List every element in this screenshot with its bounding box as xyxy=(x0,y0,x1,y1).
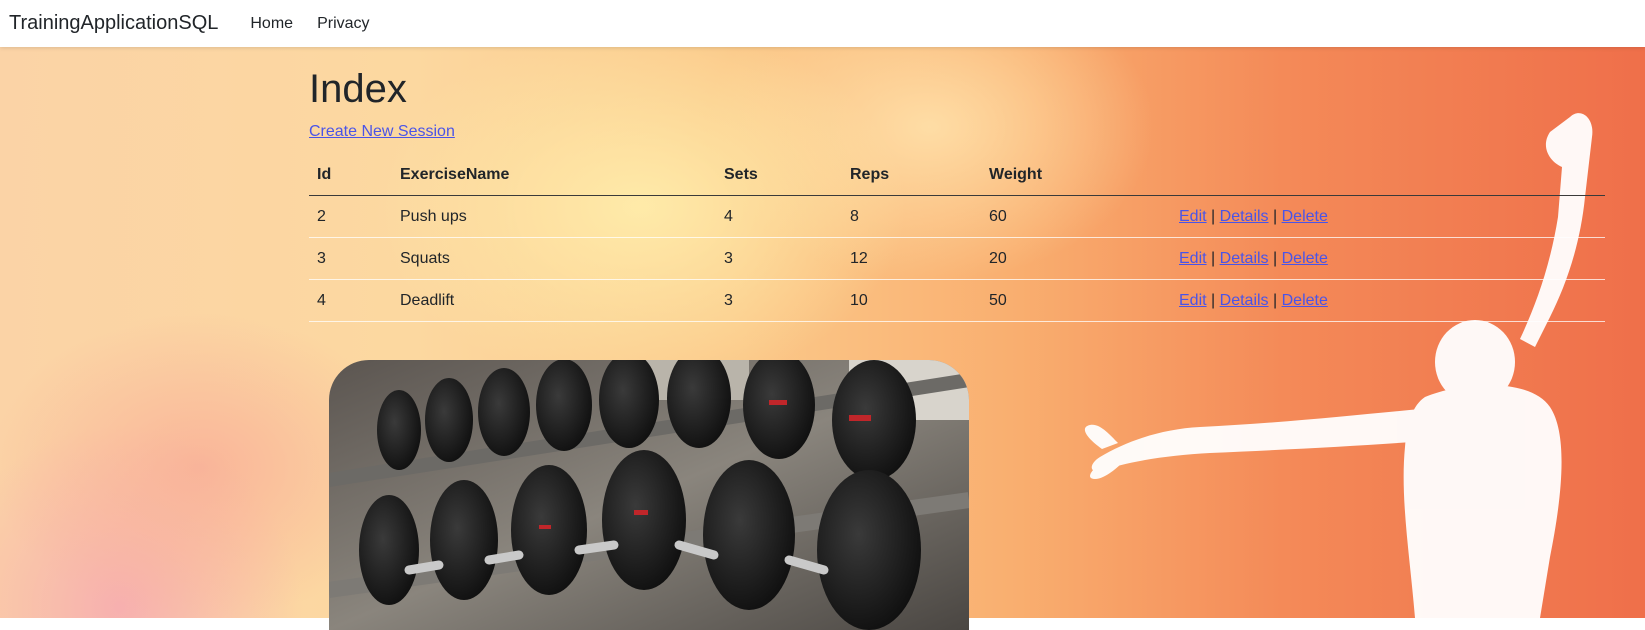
navbar: TrainingApplicationSQL Home Privacy xyxy=(0,0,1645,47)
nav-link-home[interactable]: Home xyxy=(242,15,301,33)
create-new-session-link[interactable]: Create New Session xyxy=(309,123,455,141)
separator: | xyxy=(1211,207,1216,225)
separator: | xyxy=(1273,207,1278,225)
sessions-table: Id ExerciseName Sets Reps Weight 2 Push … xyxy=(309,155,1605,322)
cell-actions: Edit | Details | Delete xyxy=(1171,279,1605,322)
nav-link-privacy[interactable]: Privacy xyxy=(309,15,377,33)
dumbbell-rack-image xyxy=(329,360,969,630)
delete-link[interactable]: Delete xyxy=(1282,208,1328,225)
table-header-row: Id ExerciseName Sets Reps Weight xyxy=(309,155,1605,196)
cell-reps: 12 xyxy=(842,237,981,280)
delete-link[interactable]: Delete xyxy=(1282,292,1328,309)
separator: | xyxy=(1273,291,1278,309)
cell-id: 3 xyxy=(309,237,392,280)
cell-id: 4 xyxy=(309,279,392,322)
edit-link[interactable]: Edit xyxy=(1179,292,1207,309)
cell-weight: 20 xyxy=(981,237,1171,280)
header-exercise-name: ExerciseName xyxy=(392,155,716,196)
separator: | xyxy=(1211,249,1216,267)
header-reps: Reps xyxy=(842,155,981,196)
details-link[interactable]: Details xyxy=(1220,208,1269,225)
table-row: 4 Deadlift 3 10 50 Edit | Details | Dele… xyxy=(309,279,1605,322)
details-link[interactable]: Details xyxy=(1220,292,1269,309)
header-id: Id xyxy=(309,155,392,196)
cell-exercise-name: Deadlift xyxy=(392,279,716,322)
cell-actions: Edit | Details | Delete xyxy=(1171,195,1605,238)
edit-link[interactable]: Edit xyxy=(1179,250,1207,267)
header-actions xyxy=(1171,155,1605,196)
separator: | xyxy=(1273,249,1278,267)
delete-link[interactable]: Delete xyxy=(1282,250,1328,267)
separator: | xyxy=(1211,291,1216,309)
dumbbell-photo xyxy=(329,360,969,630)
cell-id: 2 xyxy=(309,195,392,238)
cell-sets: 3 xyxy=(716,237,842,280)
cell-weight: 50 xyxy=(981,279,1171,322)
header-weight: Weight xyxy=(981,155,1171,196)
edit-link[interactable]: Edit xyxy=(1179,208,1207,225)
brand-link[interactable]: TrainingApplicationSQL xyxy=(9,12,218,35)
cell-reps: 8 xyxy=(842,195,981,238)
main-content: Index Create New Session Id ExerciseName… xyxy=(309,47,1605,322)
table-row: 2 Push ups 4 8 60 Edit | Details | Delet… xyxy=(309,195,1605,238)
cell-actions: Edit | Details | Delete xyxy=(1171,237,1605,280)
details-link[interactable]: Details xyxy=(1220,250,1269,267)
cell-reps: 10 xyxy=(842,279,981,322)
cell-sets: 4 xyxy=(716,195,842,238)
cell-weight: 60 xyxy=(981,195,1171,238)
page-title: Index xyxy=(309,67,407,111)
table-row: 3 Squats 3 12 20 Edit | Details | Delete xyxy=(309,237,1605,280)
cell-exercise-name: Squats xyxy=(392,237,716,280)
header-sets: Sets xyxy=(716,155,842,196)
cell-sets: 3 xyxy=(716,279,842,322)
cell-exercise-name: Push ups xyxy=(392,195,716,238)
